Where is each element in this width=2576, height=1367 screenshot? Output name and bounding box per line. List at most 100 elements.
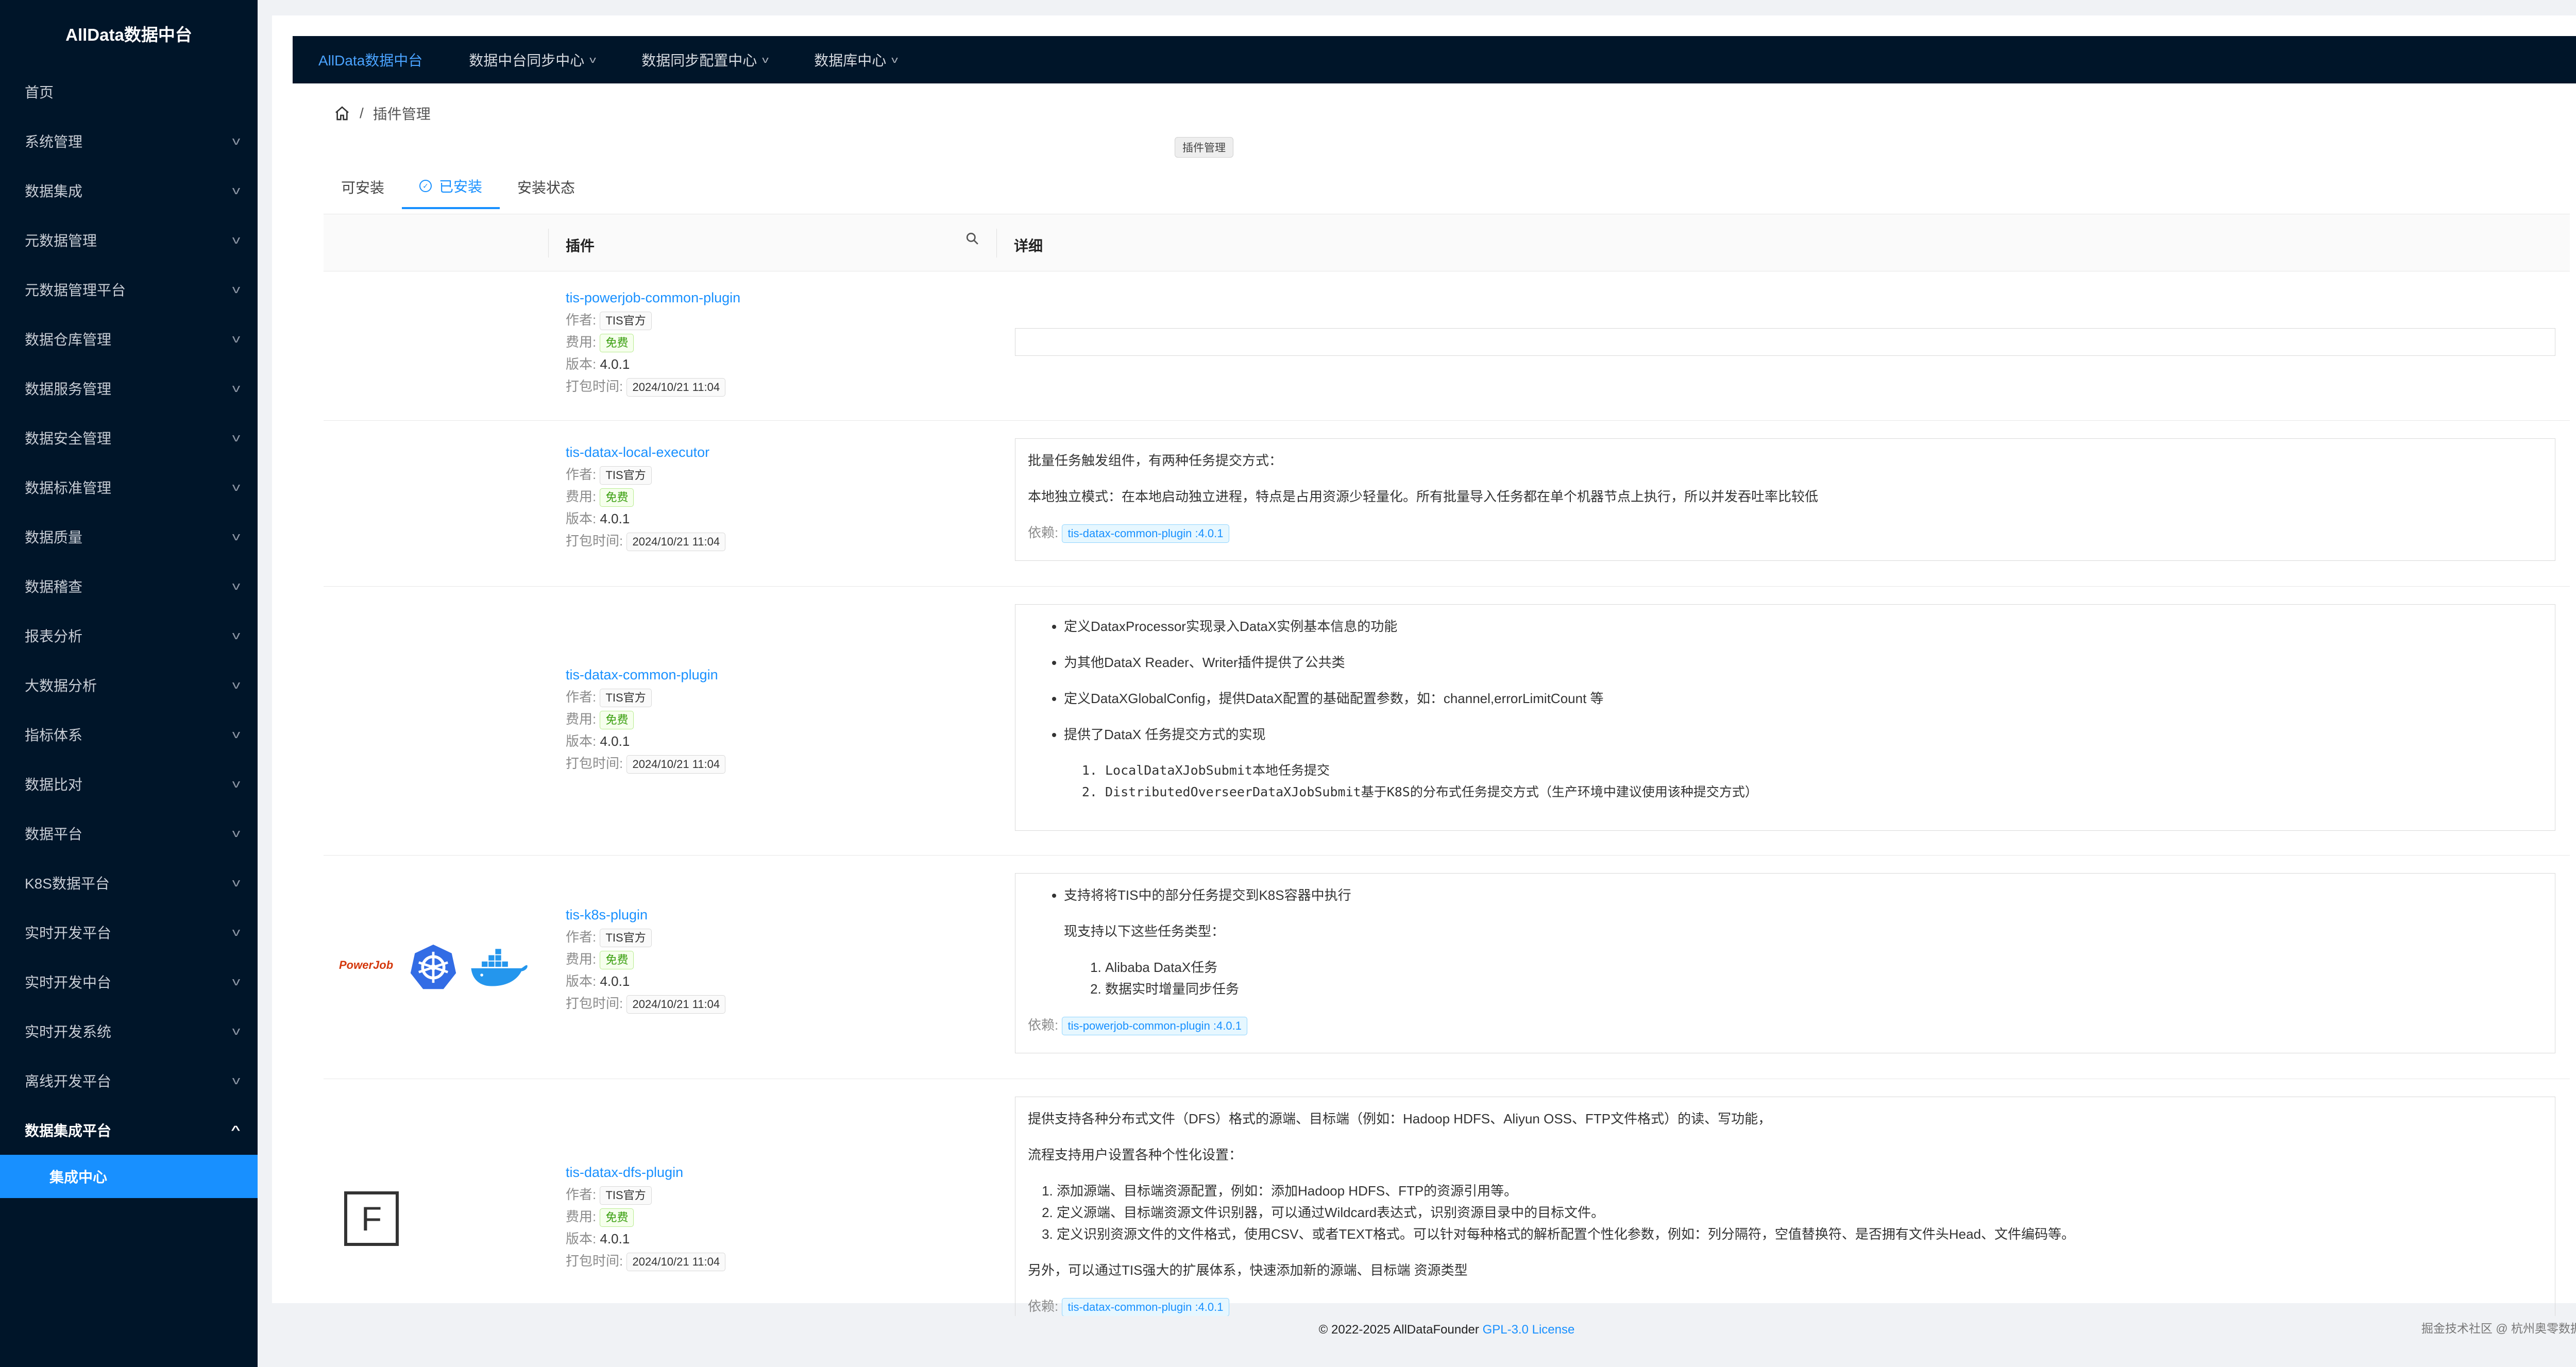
tab-install-status[interactable]: 安装状态 [500,165,592,209]
chevron-down-icon: v [232,233,241,246]
dependency-tag[interactable]: tis-datax-common-plugin :4.0.1 [1062,524,1229,543]
sidebar: AllData数据中台 首页 系统管理 v 数据集成 v 元数据管理 v 元数据管理平台 v 数据… [0,0,258,1367]
author-tag: TIS官方 [600,929,652,948]
sidebar-item[interactable]: 数据安全管理 v [0,413,258,463]
topnav-db-center[interactable]: 数据库中心 v [814,49,899,70]
plugin-detail: 批量任务触发组件，有两种任务提交方式： 本地独立模式：在本地启动独立进程，特点是… [1015,438,2555,561]
plugin-info: tis-datax-local-executor 作者: TIS官方 费用: 免… [566,441,726,552]
packaged-time-label: 打包时间: [566,533,623,549]
watermark: 掘金技术社区 @ 杭州奥零数据科技 [2421,1322,2576,1335]
license-link[interactable]: GPL-3.0 License [1483,1323,1575,1337]
kubernetes-icon [410,944,456,989]
sidebar-item[interactable]: 数据服务管理 v [0,364,258,413]
sidebar-subitem-integration-center[interactable]: 集成中心 [0,1155,258,1198]
sidebar-item[interactable]: 数据平台 v [0,809,258,858]
chevron-up-icon: ^ [231,1123,241,1136]
author-tag: TIS官方 [600,312,652,331]
sidebar-item[interactable]: 报表分析 v [0,611,258,660]
sidebar-item[interactable]: 大数据分析 v [0,660,258,710]
list-item: DistributedOverseerDataXJobSubmit基于K8S的分… [1105,782,2543,802]
chevron-down-icon: v [232,777,241,790]
tab-installed[interactable]: ✓ 已安装 [402,165,500,209]
sidebar-item-label: 数据集成 [25,183,83,199]
author-label: 作者: [566,312,597,328]
sidebar-item[interactable]: 实时开发中台 v [0,957,258,1006]
chevron-down-icon: v [762,54,769,65]
sidebar-item[interactable]: 首页 [0,67,258,116]
chevron-down-icon: v [232,382,241,395]
author-tag: TIS官方 [600,466,652,485]
sidebar-item[interactable]: 数据集成 v [0,166,258,215]
sidebar-item-label: 数据稽查 [25,579,83,595]
sidebar-item[interactable]: 实时开发平台 v [0,908,258,957]
fee-tag: 免费 [600,711,634,730]
topnav-sync-center[interactable]: 数据中台同步中心 v [469,49,597,70]
home-icon[interactable] [334,105,350,122]
sidebar-item[interactable]: 数据标准管理 v [0,463,258,512]
fee-tag: 免费 [600,1208,634,1227]
version-label: 版本: [566,1231,597,1246]
dependency-label: 依赖: [1028,525,1059,540]
breadcrumb-separator: / [360,105,364,121]
sidebar-item-label: 报表分析 [25,628,83,644]
version-label: 版本: [566,511,597,526]
plugin-name-link[interactable]: tis-datax-dfs-plugin [566,1161,725,1184]
sidebar-menu: 首页 系统管理 v 数据集成 v 元数据管理 v 元数据管理平台 v 数据仓库管理 v 数据服务管理 v… [0,67,258,1105]
list-item: 数据实时增量同步任务 [1105,979,2543,999]
chevron-down-icon: v [232,134,241,147]
detail-text: 现支持以下这些任务类型： [1064,924,1225,939]
detail-numbered-list: LocalDataXJobSubmit本地任务提交 DistributedOve… [1105,760,2543,802]
column-header-detail: 详细 [1014,238,1043,254]
chevron-down-icon: v [589,54,597,65]
plugin-name-link[interactable]: tis-powerjob-common-plugin [566,287,740,309]
list-item: LocalDataXJobSubmit本地任务提交 [1105,760,2543,781]
topnav-home[interactable]: AllData数据中台 [318,49,422,70]
chevron-down-icon: v [891,54,899,65]
chevron-down-icon: v [232,431,241,444]
detail-text: 另外，可以通过TIS强大的扩展体系，快速添加新的源端、目标端 资源类型 [1028,1262,1468,1278]
sidebar-item[interactable]: 元数据管理 v [0,215,258,265]
sidebar-item[interactable]: 元数据管理平台 v [0,265,258,314]
chevron-down-icon: v [232,827,241,840]
app-logo[interactable]: AllData数据中台 [0,0,258,67]
table-row: tis-datax-common-plugin 作者: TIS官方 费用: 免费… [324,587,2570,856]
author-label: 作者: [566,467,597,482]
sidebar-item[interactable]: 系统管理 v [0,116,258,166]
column-divider [548,229,549,258]
search-icon[interactable] [965,232,979,249]
detail-text: 本地独立模式：在本地启动独立进程，特点是占用资源少轻量化。所有批量导入任务都在单… [1028,489,1819,504]
version-value: 4.0.1 [600,1231,630,1246]
plugin-name-link[interactable]: tis-datax-common-plugin [566,664,725,686]
list-item: 提供了DataX 任务提交方式的实现 [1064,724,2543,745]
plugin-name-link[interactable]: tis-k8s-plugin [566,904,725,926]
table-row: PowerJob tis-k8s-plugin 作者: TIS官方 费用: 免费… [324,856,2570,1079]
plugin-info: tis-datax-dfs-plugin 作者: TIS官方 费用: 免费 版本… [566,1161,726,1272]
sidebar-item[interactable]: 数据比对 v [0,759,258,809]
list-item: 定义DataxProcessor实现录入DataX实例基本信息的功能 [1064,616,2543,637]
tab-installable[interactable]: 可安装 [324,165,402,209]
sidebar-item[interactable]: 数据稽查 v [0,561,258,611]
sidebar-item[interactable]: 数据质量 v [0,512,258,561]
packaged-time-label: 打包时间: [566,996,623,1011]
dependency-label: 依赖: [1028,1017,1059,1033]
chevron-down-icon: v [232,530,241,543]
sidebar-item[interactable]: 数据仓库管理 v [0,314,258,364]
plugin-name-link[interactable]: tis-datax-local-executor [566,441,725,464]
packaged-time-tag: 2024/10/21 11:04 [626,755,726,774]
sidebar-item[interactable]: K8S数据平台 v [0,858,258,908]
sidebar-item[interactable]: 实时开发系统 v [0,1006,258,1056]
breadcrumb-current: 插件管理 [372,106,431,122]
dependency-tag[interactable]: tis-powerjob-common-plugin :4.0.1 [1062,1017,1247,1036]
sidebar-item-data-integration-platform[interactable]: 数据集成平台 ^ [0,1105,258,1155]
version-label: 版本: [566,973,597,989]
topnav-sync-config[interactable]: 数据同步配置中心 v [641,49,769,70]
list-item: 支持将将TIS中的部分任务提交到K8S容器中执行 [1064,885,2543,905]
author-tag: TIS官方 [600,1186,652,1205]
plugin-detail-empty [1015,328,2555,356]
sidebar-item[interactable]: 离线开发平台 v [0,1056,258,1105]
version-value: 4.0.1 [600,733,630,749]
chevron-down-icon: v [232,678,241,691]
top-navigation: AllData数据中台 数据中台同步中心 v 数据同步配置中心 v 数据库中心 v [293,36,2576,83]
table-row: tis-datax-local-executor 作者: TIS官方 费用: 免… [324,421,2570,587]
sidebar-item[interactable]: 指标体系 v [0,710,258,759]
